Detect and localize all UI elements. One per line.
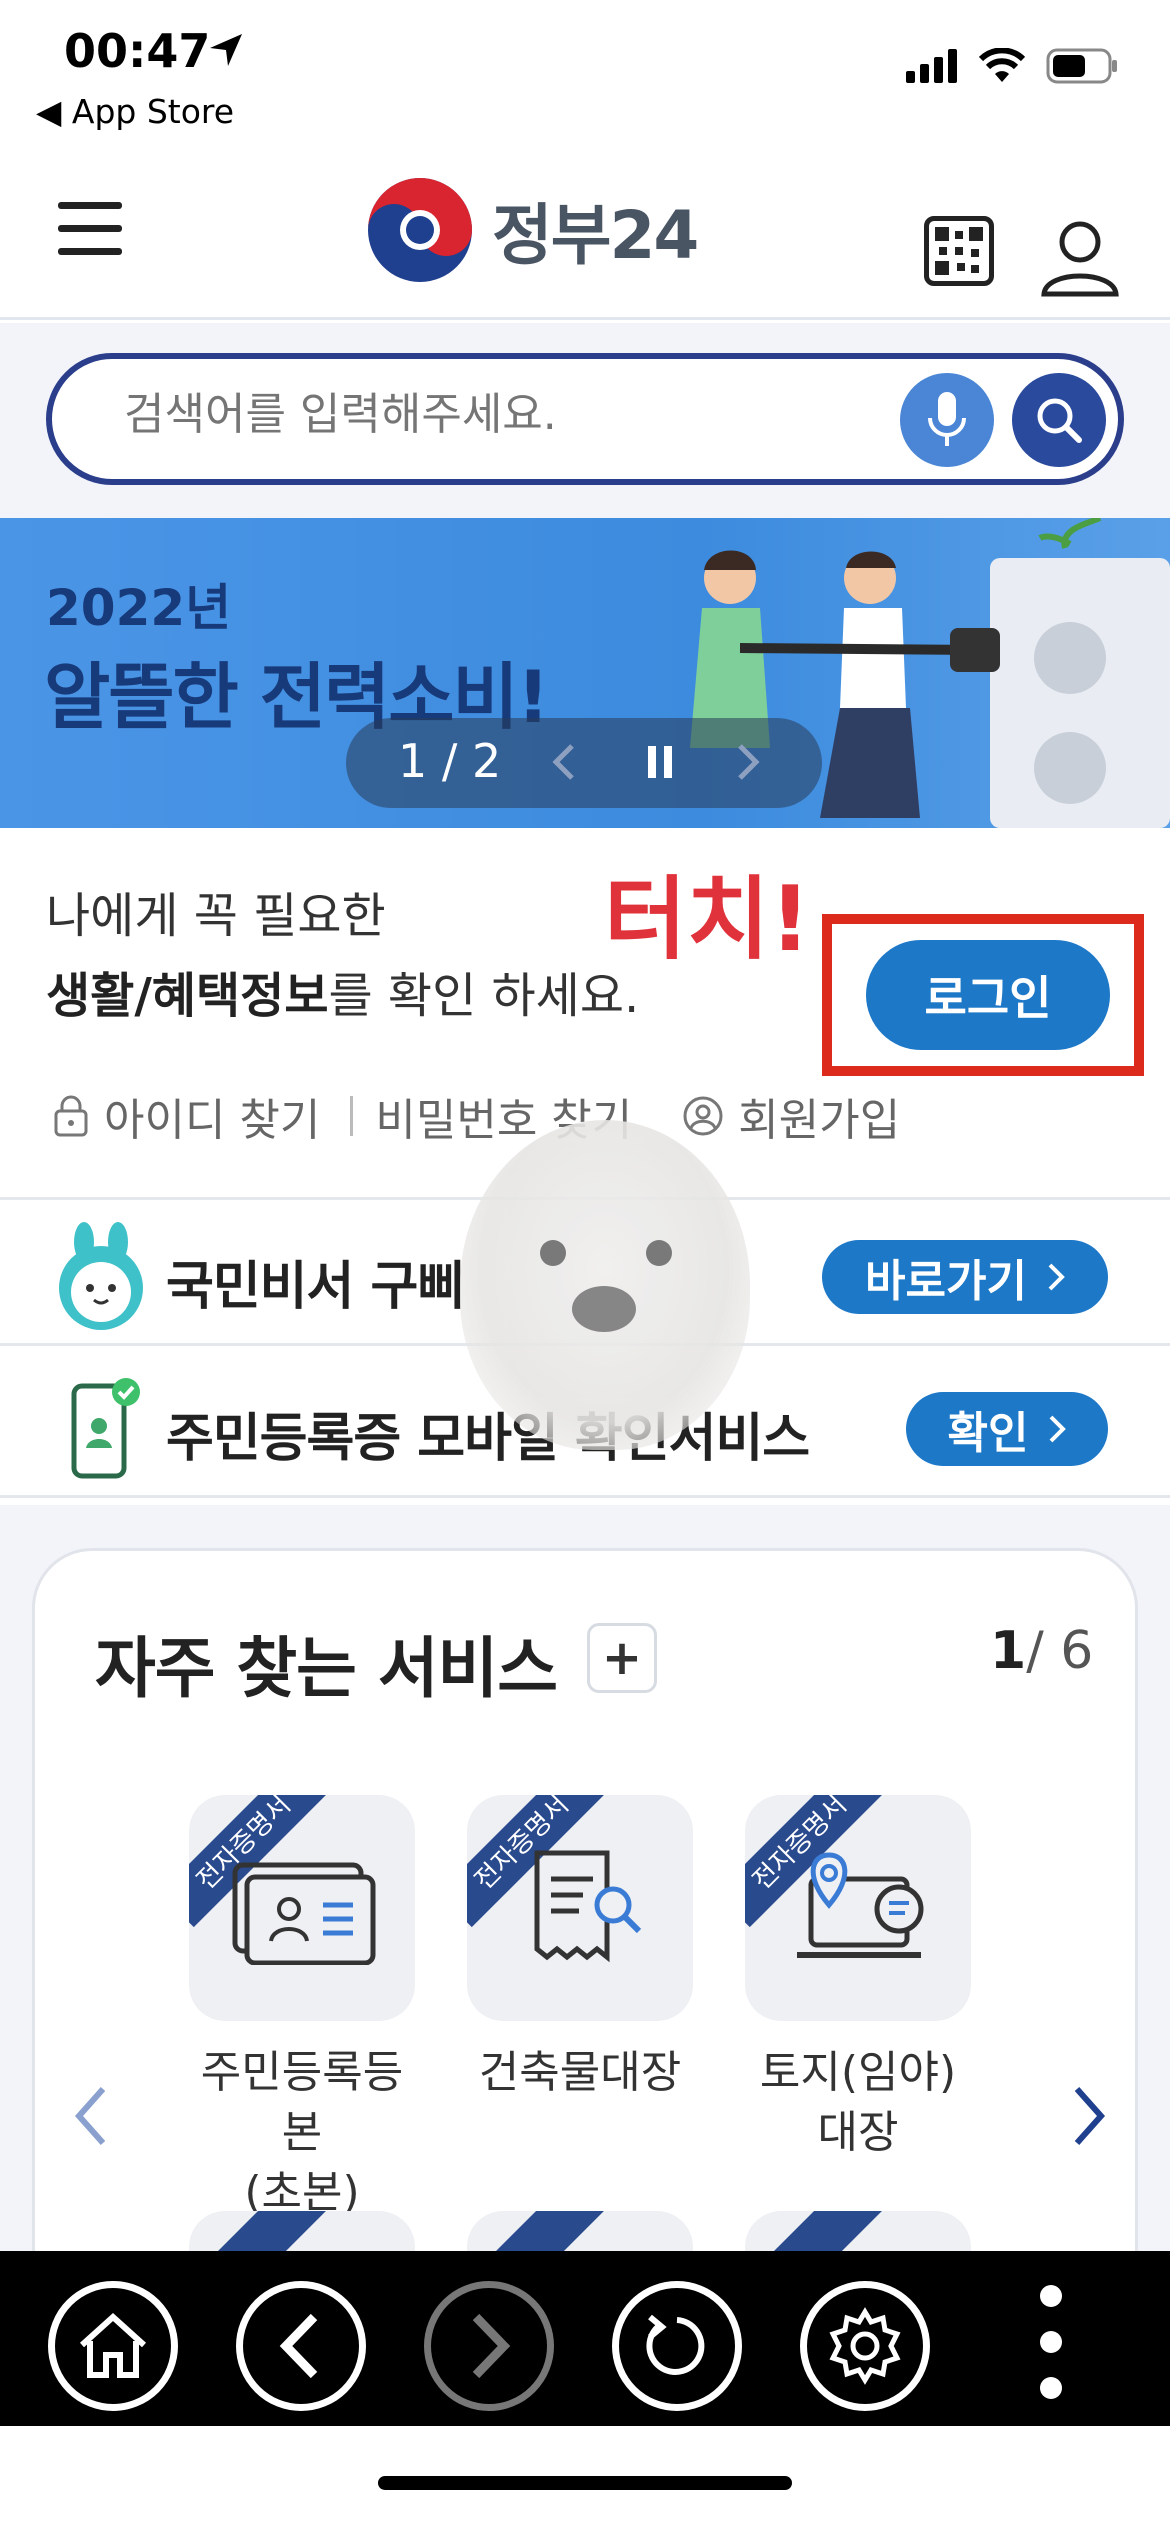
lock-icon [54,1095,88,1137]
find-id-label: 아이디 찾기 [104,1095,321,1146]
touch-annotation: 터치! [604,867,811,972]
signal-icon [906,49,957,83]
back-button[interactable] [236,2281,366,2411]
login-prompt-line2: 생활/혜택정보를 확인 하세요. [46,956,639,1026]
forward-button[interactable] [424,2281,554,2411]
services-page-indicator: 1/ 6 [990,1621,1094,1681]
app-header: 정부24 [0,150,1170,320]
assistant-gubbi-label: 국민비서 구삐 [166,1257,465,1317]
search-button[interactable] [1012,373,1106,467]
login-prompt-line1: 나에게 꼭 필요한 [46,888,386,944]
id-card-icon [232,1862,376,1965]
services-title: 자주 찾는 서비스 [95,1630,558,1707]
service-building-ledger[interactable]: 전자증명서 건축물대장 [465,1795,695,2103]
account-links: 아이디 찾기 비밀번호 찾기 회원가입 [52,1084,900,1148]
more-options-icon[interactable] [1040,2285,1070,2423]
microphone-icon [928,392,966,446]
banner-prev-icon[interactable] [550,742,578,782]
go-to-button[interactable]: 바로가기 [822,1240,1108,1314]
find-id-link[interactable]: 아이디 찾기 [52,1084,320,1148]
services-next-icon[interactable] [1063,2081,1113,2151]
dog-watermark-image [460,1120,750,1450]
go-to-label: 바로가기 [865,1256,1027,1307]
gear-icon [829,2307,901,2385]
search-input[interactable] [124,389,864,440]
qr-code-icon[interactable] [924,216,994,286]
status-time: 00:47 [64,24,211,78]
search-icon [1037,398,1082,443]
map-pin-laptop-icon [797,1852,924,1958]
chevron-right-icon [472,2313,511,2379]
service-label: 건축물대장 [478,2047,682,2098]
banner-next-icon[interactable] [734,742,762,782]
home-icon [79,2312,147,2378]
chevron-right-icon [1048,1263,1065,1291]
promo-banner[interactable]: 2022년 알뜰한 전력소비! 1 / 2 [0,518,1170,828]
home-button[interactable] [48,2281,178,2411]
service-label: 주민등록등본 (초본) [200,2047,404,2218]
service-resident-registration[interactable]: 전자증명서 주민등록등본 (초본) [187,1795,417,2223]
signup-link[interactable]: 회원가입 [682,1084,900,1148]
document-search-icon [534,1850,642,1963]
banner-pager: 1 / 2 [346,718,822,808]
gov24-logo[interactable]: 정부24 [364,174,699,286]
logo-text: 정부24 [492,197,699,274]
person-circle-icon [683,1096,723,1136]
chevron-left-icon [279,2313,318,2379]
battery-icon [1046,48,1117,84]
refresh-button[interactable] [612,2281,742,2411]
location-arrow-icon [210,34,242,66]
frequent-services-card: 자주 찾는 서비스 + 1/ 6 전자증명서 주민등록등본 (초본) 전자증명서 [32,1548,1138,2308]
wifi-icon [978,48,1026,82]
login-prompt-rest: 를 확인 하세요. [328,968,640,1024]
status-bar: 00:47 ◀ App Store [0,0,1170,150]
confirm-button[interactable]: 확인 [906,1392,1108,1466]
login-prompt-bold: 생활/혜택정보 [46,968,329,1024]
taegeuk-logo-icon [368,178,472,282]
back-to-app-store[interactable]: ◀ App Store [36,92,234,131]
search-box [46,353,1124,485]
search-area [0,323,1170,518]
gubbi-mascot-icon [59,1222,143,1330]
chevron-right-icon [1050,1415,1067,1443]
service-label: 토지(임야) 대장 [759,2047,957,2158]
home-indicator [378,2476,792,2490]
browser-toolbar [0,2251,1170,2426]
login-button[interactable]: 로그인 [866,940,1110,1050]
home-indicator-area [0,2426,1170,2532]
services-prev-icon[interactable] [67,2081,117,2151]
user-profile-icon[interactable] [1038,214,1122,298]
service-land-ledger[interactable]: 전자증명서 토지(임야) 대장 [743,1795,973,2163]
banner-year: 2022년 [46,579,232,637]
service-tile: 전자증명서 [467,1795,693,2021]
menu-icon[interactable] [58,202,122,258]
mobile-id-icon [71,1378,140,1479]
confirm-label: 확인 [947,1408,1029,1459]
settings-button[interactable] [800,2281,930,2411]
service-tile: 전자증명서 [745,1795,971,2021]
voice-search-button[interactable] [900,373,994,467]
add-service-button[interactable]: + [587,1623,657,1693]
mobile-id-label: 주민등록증 모바일 확인서비스 [166,1409,810,1469]
refresh-icon [646,2314,705,2375]
service-tile: 전자증명서 [189,1795,415,2021]
signup-label: 회원가입 [738,1095,901,1146]
banner-page-count: 1 / 2 [398,734,502,788]
banner-pause-icon[interactable] [646,744,674,780]
